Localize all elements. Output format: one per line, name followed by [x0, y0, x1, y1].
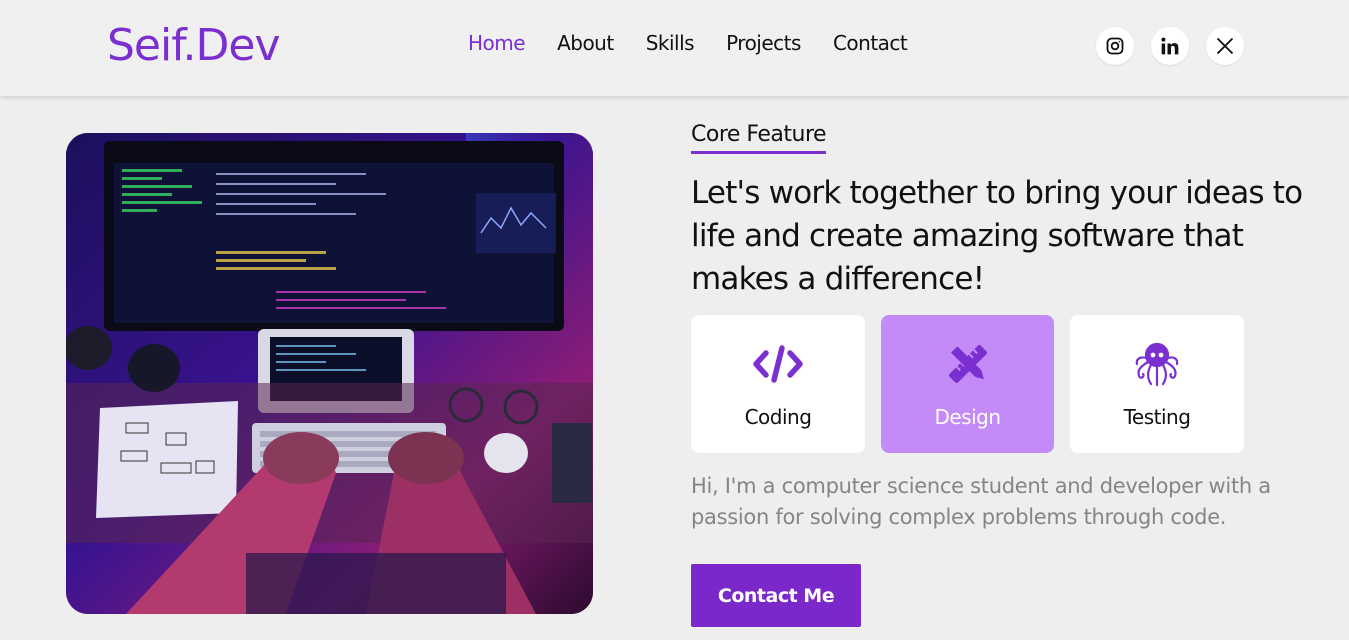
- social-links: [1096, 27, 1244, 65]
- feature-cards: Coding Design Testing: [691, 315, 1244, 453]
- linkedin-icon[interactable]: [1151, 27, 1189, 65]
- nav-contact[interactable]: Contact: [833, 31, 908, 55]
- feature-card-label: Coding: [744, 405, 812, 429]
- nav-skills[interactable]: Skills: [646, 31, 695, 55]
- design-tools-icon: [948, 341, 988, 387]
- nav-about[interactable]: About: [557, 31, 614, 55]
- intro-text: Hi, I'm a computer science student and d…: [691, 474, 1271, 529]
- octopus-icon: [1133, 341, 1181, 387]
- x-icon[interactable]: [1206, 27, 1244, 65]
- site-logo[interactable]: Seif.Dev: [107, 20, 280, 71]
- feature-card-testing[interactable]: Testing: [1070, 315, 1244, 453]
- feature-card-label: Testing: [1123, 405, 1191, 429]
- main-nav: Home About Skills Projects Contact: [468, 31, 939, 55]
- nav-home[interactable]: Home: [468, 31, 526, 55]
- contact-me-button[interactable]: Contact Me: [691, 564, 861, 627]
- code-icon: [753, 341, 803, 387]
- feature-card-label: Design: [934, 405, 1001, 429]
- page-headline: Let's work together to bring your ideas …: [691, 175, 1303, 297]
- feature-card-coding[interactable]: Coding: [691, 315, 865, 453]
- instagram-icon[interactable]: [1096, 27, 1134, 65]
- site-header: Seif.Dev Home About Skills Projects Cont…: [0, 0, 1349, 96]
- feature-card-design[interactable]: Design: [881, 315, 1054, 453]
- nav-projects[interactable]: Projects: [726, 31, 801, 55]
- developer-workstation-photo: [66, 133, 593, 614]
- section-label: Core Feature: [691, 122, 827, 154]
